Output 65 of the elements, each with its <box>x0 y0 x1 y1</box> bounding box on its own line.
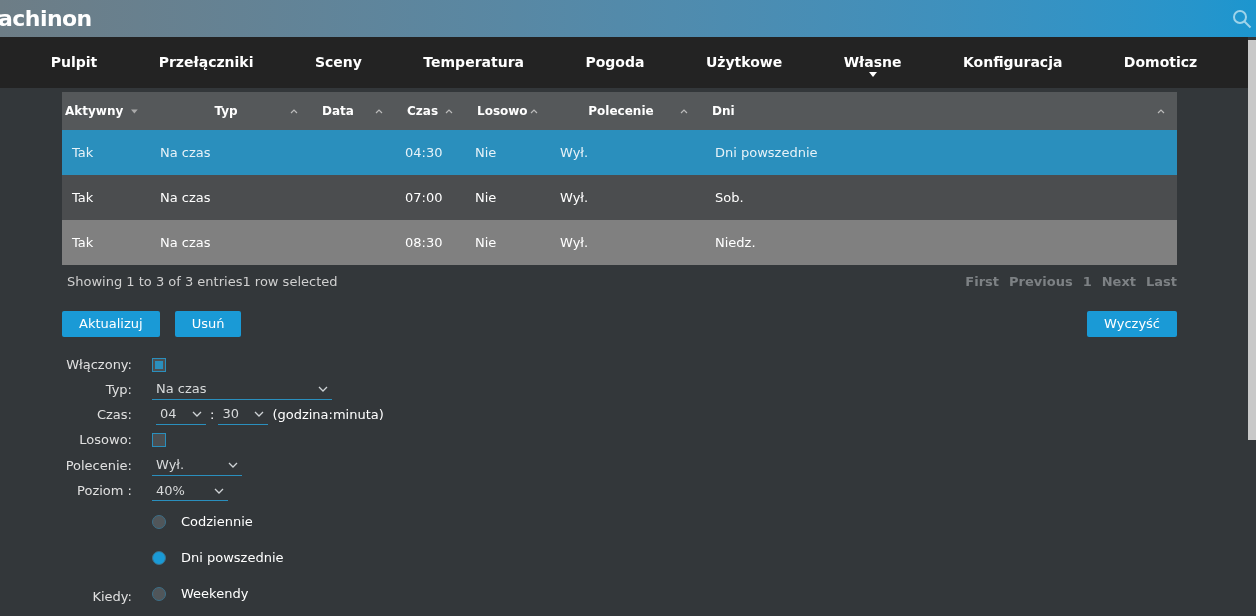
chevron-down-icon <box>214 487 224 494</box>
table-row[interactable]: Tak Na czas 07:00 Nie Wył. Sob. <box>62 175 1177 220</box>
select-field[interactable]: 30 <box>218 404 269 425</box>
nav-link[interactable]: Sceny <box>314 52 362 73</box>
column-header[interactable]: Dni <box>700 92 1177 130</box>
field-label: Losowo: <box>78 431 133 450</box>
nav-link[interactable]: Pogoda <box>585 52 645 73</box>
table-cell: Tak <box>72 144 94 160</box>
chevron-down-icon <box>318 386 328 392</box>
table-cell: Niedz. <box>715 234 756 250</box>
nav-link[interactable]: Własne <box>843 52 902 73</box>
field-label: Włączony: <box>65 355 133 374</box>
time-hint: (godzina:minuta) <box>272 405 384 424</box>
chevron-down-icon <box>254 411 265 417</box>
chevron-down-icon <box>228 462 238 468</box>
nav-link[interactable]: Konfiguracja <box>962 52 1063 73</box>
table-cell: Wył. <box>560 144 589 160</box>
radio-label: Dni powszednie <box>181 549 284 568</box>
select-field[interactable]: 04 <box>156 404 206 425</box>
table-cell: Na czas <box>160 144 211 160</box>
column-header[interactable]: Polecenie <box>550 92 700 130</box>
table-cell: Na czas <box>160 234 211 250</box>
table-row[interactable]: Tak Na czas 08:30 Nie Wył. Niedz. <box>62 220 1177 265</box>
checkbox[interactable] <box>152 433 166 447</box>
table-cell: Wył. <box>560 189 589 205</box>
table-cell: Na czas <box>160 189 211 205</box>
column-header[interactable]: Losowo <box>465 92 550 130</box>
time-separator: : <box>210 405 215 424</box>
field-label: Kiedy: <box>91 587 133 606</box>
nav-link[interactable]: Użytkowe <box>705 52 783 73</box>
select-field[interactable]: Wył. <box>152 455 242 476</box>
table-cell: Wył. <box>560 234 589 250</box>
table-cell: 04:30 <box>405 144 443 160</box>
search-icon[interactable] <box>1232 8 1252 29</box>
table-cell: Nie <box>475 144 497 160</box>
column-header[interactable]: Data <box>310 92 395 130</box>
column-header[interactable]: Aktywny <box>62 92 150 130</box>
field-label: Polecenie: <box>64 456 133 475</box>
table-cell: Dni powszednie <box>715 144 818 160</box>
checkbox[interactable] <box>152 357 166 372</box>
radio-label: Codziennie <box>181 513 253 532</box>
field-label: Poziom : <box>76 482 133 501</box>
column-header[interactable]: Typ <box>150 92 310 130</box>
table-info: Showing 1 to 3 of 3 entries1 row selected <box>66 273 338 292</box>
nav-link[interactable]: Temperatura <box>423 52 524 73</box>
nav-link[interactable]: Domoticz <box>1123 52 1198 73</box>
field-label: Typ: <box>104 380 133 399</box>
table-cell: Tak <box>72 189 94 205</box>
select-field[interactable]: 40% <box>152 481 228 501</box>
table-cell: Sob. <box>715 189 744 205</box>
radio-label: Weekendy <box>181 585 249 604</box>
column-header[interactable]: Czas <box>395 92 465 130</box>
table-cell: 08:30 <box>405 234 443 250</box>
radio-button[interactable] <box>152 587 166 601</box>
chevron-down-icon <box>192 411 202 417</box>
nav-link[interactable]: Przełączniki <box>158 52 254 73</box>
table-cell: Tak <box>72 234 94 250</box>
table-cell: 07:00 <box>405 189 443 205</box>
table-cell: Nie <box>475 189 497 205</box>
nav-link[interactable]: Pulpit <box>50 52 98 73</box>
table-cell: Nie <box>475 234 497 250</box>
radio-button[interactable] <box>152 515 166 529</box>
select-field[interactable]: Na czas <box>152 379 332 400</box>
radio-button[interactable] <box>152 551 166 565</box>
field-label: Czas: <box>95 405 133 424</box>
